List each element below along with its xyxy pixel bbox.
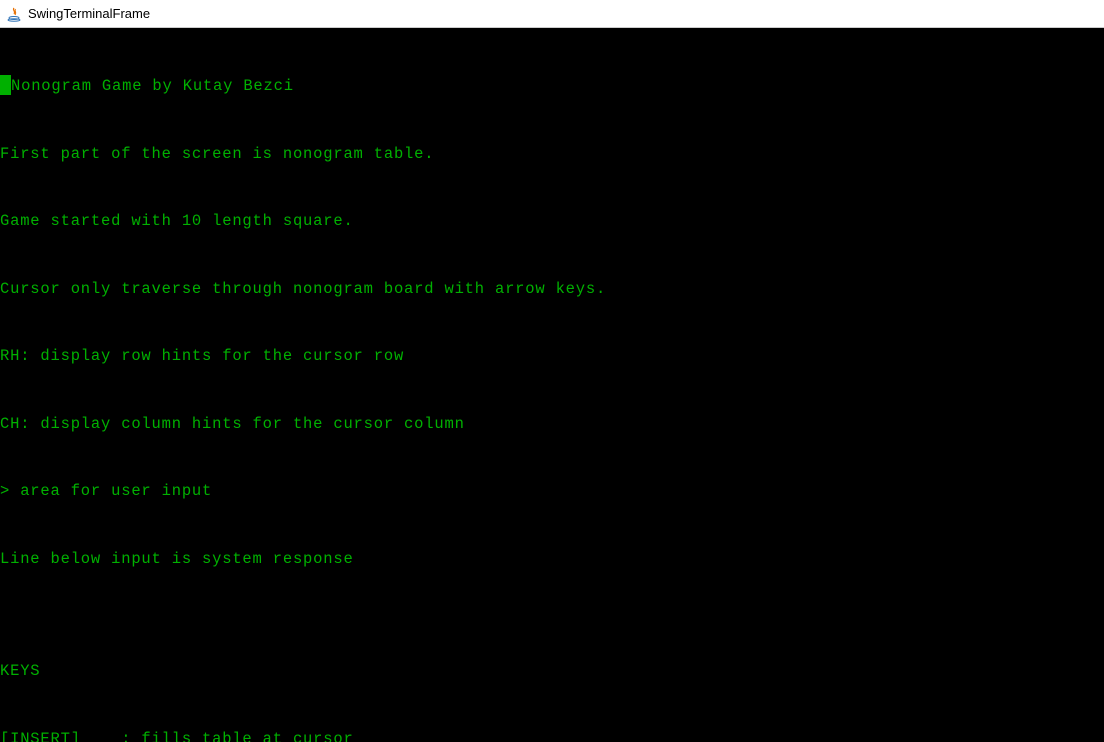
terminal-line: RH: display row hints for the cursor row — [0, 345, 1104, 368]
terminal-text: Game started with 10 length square. — [0, 212, 354, 230]
terminal-line: Nonogram Game by Kutay Bezci — [0, 75, 1104, 98]
terminal-line: Line below input is system response — [0, 548, 1104, 571]
terminal-line: > area for user input — [0, 480, 1104, 503]
terminal-text: [INSERT] : fills table at cursor — [0, 730, 354, 742]
java-icon — [6, 6, 22, 22]
window-titlebar: SwingTerminalFrame — [0, 0, 1104, 28]
terminal-text: KEYS — [0, 662, 40, 680]
terminal-line: CH: display column hints for the cursor … — [0, 413, 1104, 436]
terminal-text: Nonogram Game by Kutay Bezci — [11, 77, 294, 95]
terminal-text: RH: display row hints for the cursor row — [0, 347, 404, 365]
terminal-line: Cursor only traverse through nonogram bo… — [0, 278, 1104, 301]
terminal-line: Game started with 10 length square. — [0, 210, 1104, 233]
terminal-line: First part of the screen is nonogram tab… — [0, 143, 1104, 166]
cursor-block — [0, 75, 11, 95]
terminal-text: Line below input is system response — [0, 550, 354, 568]
terminal-text: CH: display column hints for the cursor … — [0, 415, 465, 433]
terminal-line: KEYS — [0, 660, 1104, 683]
terminal-text: > area for user input — [0, 482, 212, 500]
terminal-line: [INSERT] : fills table at cursor — [0, 728, 1104, 742]
window-title: SwingTerminalFrame — [28, 6, 150, 21]
terminal-area[interactable]: Nonogram Game by Kutay Bezci First part … — [0, 28, 1104, 742]
terminal-text: Cursor only traverse through nonogram bo… — [0, 280, 606, 298]
terminal-text: First part of the screen is nonogram tab… — [0, 145, 434, 163]
